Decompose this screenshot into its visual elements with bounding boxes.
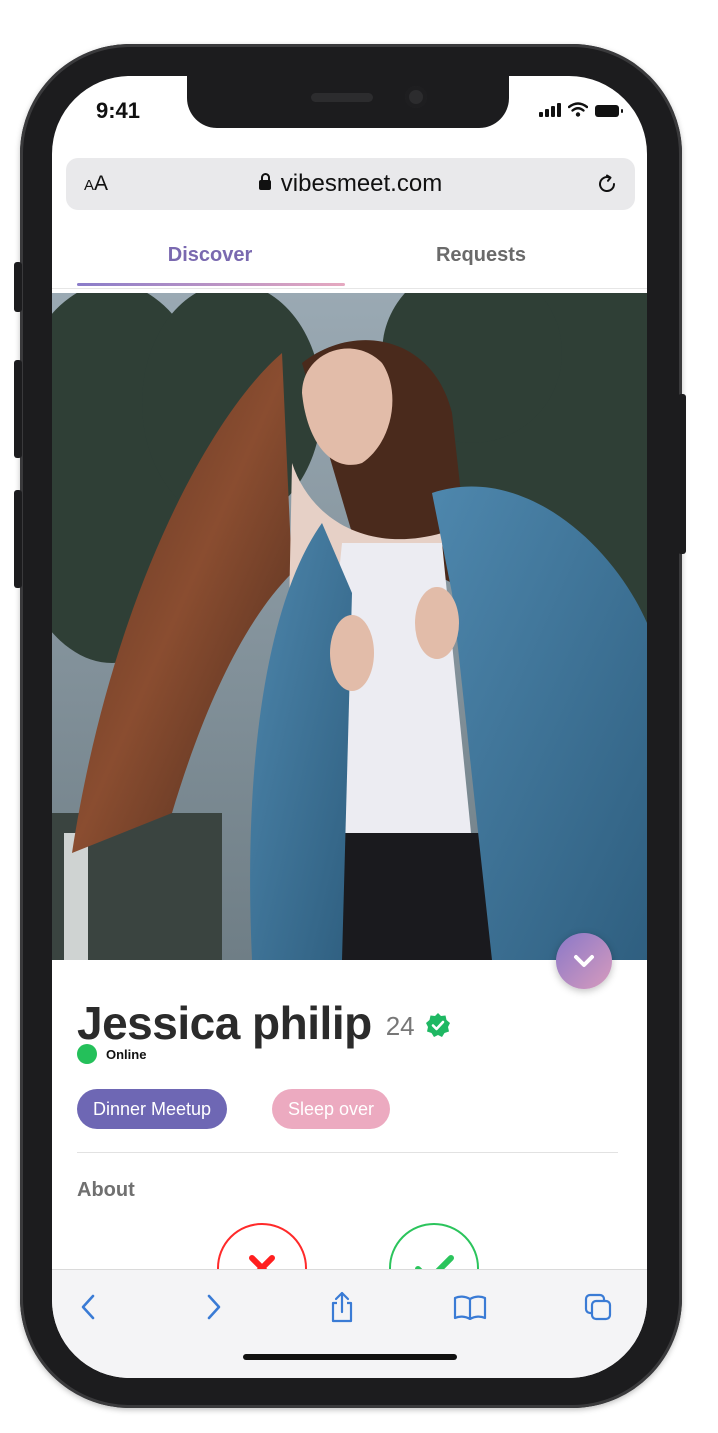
bookmarks-button[interactable] <box>452 1290 488 1324</box>
status-icons <box>539 102 623 117</box>
tab-requests[interactable]: Requests <box>348 244 614 267</box>
url-display[interactable]: vibesmeet.com <box>66 170 635 198</box>
profile-age: 24 <box>385 1010 415 1041</box>
share-button[interactable] <box>324 1290 360 1324</box>
profile-name: Jessica philip <box>77 997 372 1049</box>
forward-icon <box>207 1294 221 1320</box>
signal-icon <box>539 103 561 117</box>
online-status: Online <box>77 1044 146 1064</box>
chevron-down-icon <box>574 955 594 967</box>
reload-icon[interactable] <box>595 172 619 196</box>
expand-profile-button[interactable] <box>556 933 612 989</box>
back-button[interactable] <box>70 1290 106 1324</box>
profile-photo[interactable] <box>52 293 647 960</box>
tab-bar: Discover Requests <box>52 226 647 289</box>
volume-up-button <box>14 360 22 458</box>
bookmarks-icon <box>453 1295 487 1320</box>
tag-sleep-over[interactable]: Sleep over <box>272 1089 391 1129</box>
wifi-icon <box>568 102 588 117</box>
home-indicator[interactable] <box>243 1354 457 1360</box>
browser-toolbar <box>52 1269 647 1378</box>
about-heading: About <box>77 1179 135 1201</box>
tab-discover[interactable]: Discover <box>77 244 343 267</box>
profile-name-row: Jessica philip 24 <box>77 996 451 1050</box>
address-bar[interactable]: AA vibesmeet.com <box>66 158 635 210</box>
battery-icon <box>595 105 623 117</box>
power-button <box>678 394 686 554</box>
forward-button[interactable] <box>196 1290 232 1324</box>
speaker <box>311 93 373 102</box>
share-icon <box>331 1291 353 1323</box>
mute-switch <box>14 262 22 312</box>
profile-photo-illustration <box>52 293 647 960</box>
verified-badge-icon <box>425 1013 450 1037</box>
notch <box>187 76 509 128</box>
back-icon <box>81 1294 95 1320</box>
online-status-label: Online <box>106 1046 147 1062</box>
active-tab-indicator <box>77 283 345 286</box>
tag-dinner-meetup[interactable]: Dinner Meetup <box>77 1089 228 1129</box>
tabs-icon <box>584 1293 612 1321</box>
url-text: vibesmeet.com <box>280 170 443 197</box>
tabs-button[interactable] <box>580 1290 616 1324</box>
camera <box>405 86 427 108</box>
status-time: 9:41 <box>96 98 141 123</box>
online-indicator-icon <box>77 1044 97 1064</box>
volume-down-button <box>14 490 22 588</box>
lock-icon <box>258 173 271 190</box>
screen: 9:41 AA vibesmeet.com Discover Requests <box>52 76 647 1378</box>
section-divider <box>77 1152 618 1153</box>
